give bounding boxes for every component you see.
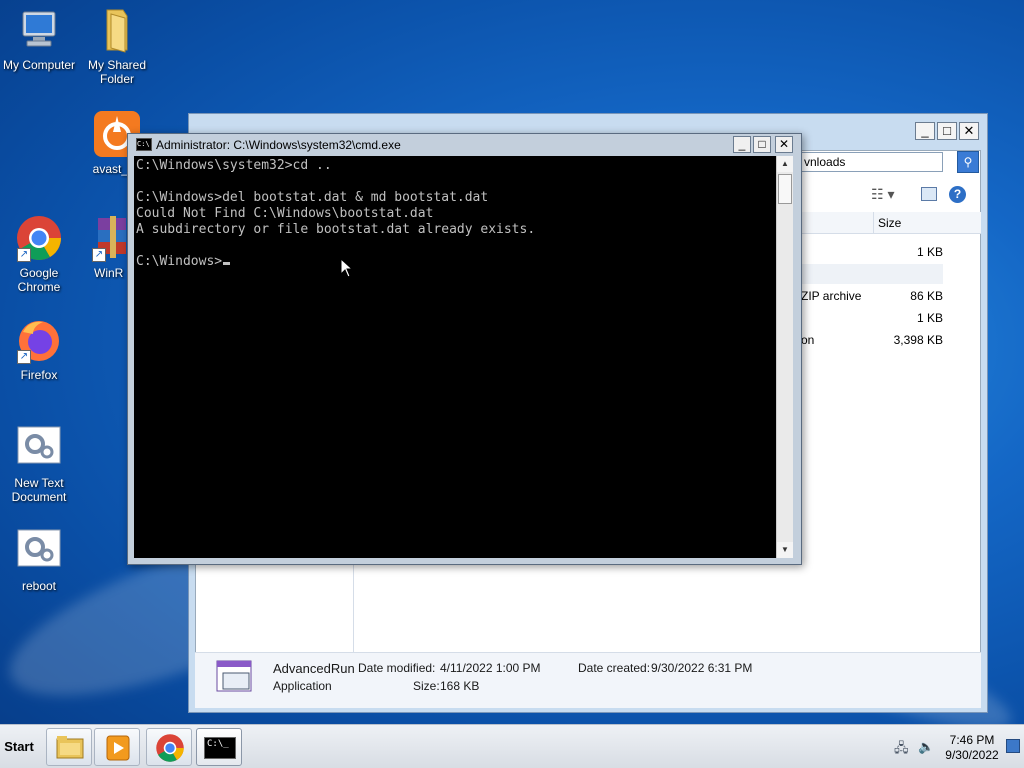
- network-icon[interactable]: 🖧: [894, 739, 909, 761]
- file-size: 1 KB: [916, 245, 943, 259]
- file-type: on: [801, 333, 815, 347]
- taskbar-chrome-button[interactable]: [146, 728, 192, 766]
- nav-pane-divider: [353, 554, 354, 652]
- date-modified-value: 4/11/2022 1:00 PM: [440, 661, 541, 675]
- settings-file-icon: [15, 424, 63, 472]
- search-icon[interactable]: ⚲: [957, 151, 979, 173]
- desktop-icon-winrar[interactable]: ↗ WinR: [76, 214, 126, 280]
- maximize-button[interactable]: □: [753, 136, 771, 153]
- file-row[interactable]: on 3,398 KB: [801, 330, 943, 350]
- address-bar[interactable]: vnloads: [801, 152, 943, 172]
- taskbar-explorer-button[interactable]: [46, 728, 92, 766]
- settings-file-icon: [15, 527, 63, 575]
- maximize-button[interactable]: □: [937, 122, 957, 140]
- preview-pane-icon[interactable]: [921, 187, 937, 201]
- scroll-up-icon[interactable]: ▲: [777, 156, 793, 172]
- desktop-icon-label: My Shared Folder: [87, 58, 147, 86]
- console-line: C:\Windows>del bootstat.dat & md bootsta…: [136, 190, 489, 205]
- column-size[interactable]: Size: [873, 212, 961, 234]
- chrome-icon: [155, 733, 185, 763]
- start-button[interactable]: Start: [2, 733, 36, 761]
- clock-date: 9/30/2022: [945, 748, 999, 762]
- help-icon[interactable]: ?: [949, 186, 966, 203]
- close-button[interactable]: ✕: [959, 122, 979, 140]
- size-value: 168 KB: [440, 679, 480, 693]
- chrome-icon: ↗: [15, 214, 63, 262]
- date-created-label: Date created:: [578, 661, 651, 675]
- desktop-icon-google-chrome[interactable]: ↗ Google Chrome: [0, 214, 79, 294]
- desktop-icon-firefox[interactable]: ↗ Firefox: [0, 316, 79, 382]
- scroll-down-icon[interactable]: ▼: [777, 542, 793, 558]
- file-row[interactable]: 1 KB: [801, 242, 943, 262]
- application-icon: [213, 659, 257, 699]
- computer-icon: [15, 6, 63, 54]
- shortcut-arrow-icon: ↗: [92, 248, 106, 262]
- system-tray: 🖧 🔈 7:46 PM 9/30/2022: [888, 725, 1024, 768]
- desktop-icon-reboot[interactable]: reboot: [0, 527, 79, 593]
- desktop-icon-my-shared-folder[interactable]: My Shared Folder: [77, 6, 157, 86]
- shortcut-arrow-icon: ↗: [17, 248, 31, 262]
- show-desktop-icon[interactable]: [1006, 739, 1020, 753]
- desktop-icon-label: My Computer: [2, 58, 76, 72]
- explorer-icon: [56, 735, 84, 759]
- date-modified-label: Date modified:: [358, 661, 436, 675]
- console-prompt-line[interactable]: C:\Windows>: [136, 254, 774, 270]
- cmd-titlebar[interactable]: C:\ Administrator: C:\Windows\system32\c…: [128, 134, 801, 156]
- clock-time: 7:46 PM: [949, 733, 995, 747]
- column-header: Size: [801, 212, 981, 234]
- firefox-icon: ↗: [15, 316, 63, 364]
- taskbar-cmd-button[interactable]: C:\_: [196, 728, 242, 766]
- taskbar: Start C:\_ 🖧 🔈 7:46 PM 9/30/2022: [0, 724, 1024, 768]
- file-row[interactable]: [801, 264, 943, 284]
- desktop-icon-label: Firefox: [20, 368, 58, 382]
- media-player-icon: [105, 734, 131, 762]
- file-row[interactable]: 1 KB: [801, 308, 943, 328]
- minimize-button[interactable]: _: [915, 122, 935, 140]
- file-size: 1 KB: [916, 311, 943, 325]
- console-prompt: C:\Windows>: [136, 254, 223, 269]
- cmd-icon: C:\: [136, 138, 152, 151]
- desktop-icon-my-computer[interactable]: My Computer: [0, 6, 79, 72]
- file-name: AdvancedRun: [273, 661, 355, 676]
- minimize-button[interactable]: _: [733, 136, 751, 153]
- size-label: Size:: [413, 679, 440, 693]
- console-output[interactable]: C:\Windows\system32>cd .. C:\Windows>del…: [134, 156, 776, 558]
- file-size: 3,398 KB: [893, 333, 943, 347]
- file-size: 86 KB: [910, 289, 943, 303]
- details-pane: AdvancedRun Application Date modified: 4…: [195, 652, 981, 708]
- cmd-title: Administrator: C:\Windows\system32\cmd.e…: [156, 138, 401, 152]
- desktop-icon-label: reboot: [21, 579, 57, 593]
- date-created-value: 9/30/2022 6:31 PM: [651, 661, 753, 675]
- winrar-icon: ↗: [90, 214, 126, 262]
- cmd-window[interactable]: C:\ Administrator: C:\Windows\system32\c…: [127, 133, 802, 565]
- text-cursor: [223, 262, 231, 265]
- console-line: A subdirectory or file bootstat.dat alre…: [136, 222, 536, 237]
- clock[interactable]: 7:46 PM 9/30/2022: [944, 733, 1000, 763]
- desktop-icon-label: WinR: [94, 266, 124, 280]
- file-row[interactable]: ZIP archive 86 KB: [801, 286, 943, 306]
- cmd-icon: C:\_: [204, 737, 236, 759]
- file-kind: Application: [273, 679, 332, 693]
- view-options-icon[interactable]: ☷ ▾: [871, 186, 894, 203]
- file-type: ZIP archive: [801, 289, 862, 303]
- shortcut-arrow-icon: ↗: [17, 350, 31, 364]
- console-line: C:\Windows\system32>cd ..: [136, 158, 332, 173]
- scroll-thumb[interactable]: [778, 174, 792, 204]
- console-line: Could Not Find C:\Windows\bootstat.dat: [136, 206, 434, 221]
- volume-icon[interactable]: 🔈: [918, 739, 934, 755]
- folder-icon: [93, 6, 141, 54]
- vertical-scrollbar[interactable]: ▲ ▼: [776, 156, 793, 558]
- taskbar-media-player-button[interactable]: [94, 728, 140, 766]
- close-button[interactable]: ✕: [775, 136, 793, 153]
- desktop-icon-new-text-document[interactable]: New Text Document: [0, 424, 79, 504]
- desktop-icon-label: Google Chrome: [17, 266, 61, 294]
- desktop-icon-label: New Text Document: [11, 476, 67, 504]
